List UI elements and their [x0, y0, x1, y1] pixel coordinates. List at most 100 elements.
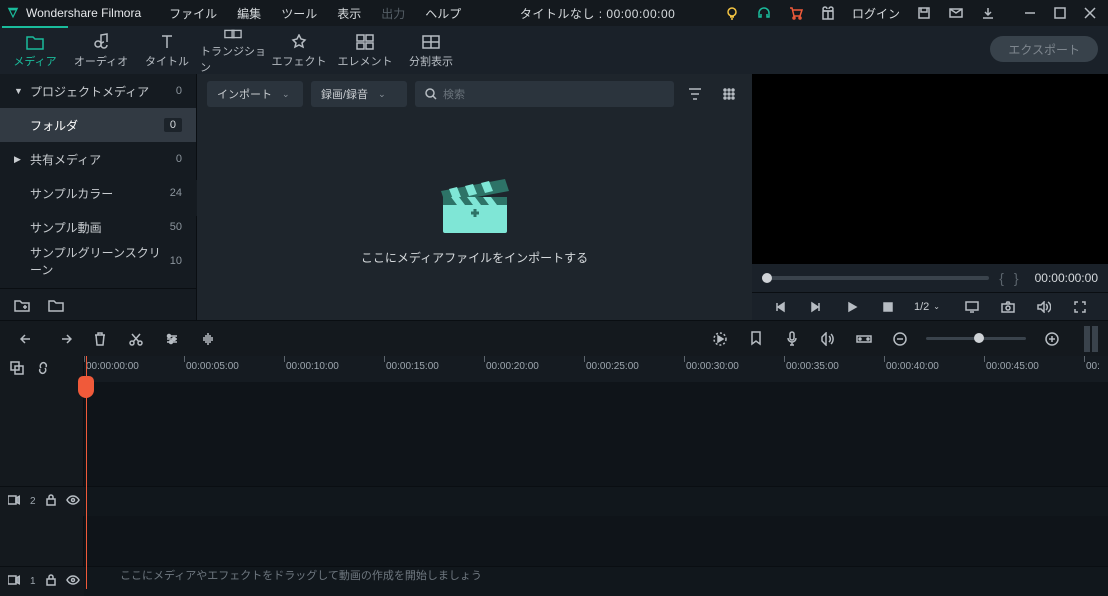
menu-表示[interactable]: 表示 [327, 5, 371, 22]
volume-icon[interactable] [1026, 293, 1062, 321]
folder-icon[interactable] [48, 298, 64, 312]
media-sidebar: ▼プロジェクトメディア0フォルダ0▶共有メディア0サンプルカラー24サンプル動画… [0, 74, 197, 320]
display-icon[interactable] [954, 293, 990, 321]
eye-icon[interactable] [66, 495, 80, 508]
save-icon[interactable] [916, 5, 932, 21]
tab-メディア[interactable]: メディア [2, 26, 68, 74]
headset-icon[interactable] [756, 5, 772, 21]
media-pane: インポート⌄ 録画/録音⌄ 検索 ここにメディアファイルをインポートする [197, 74, 752, 320]
next-frame-button[interactable] [798, 293, 834, 321]
track-body[interactable] [84, 487, 1108, 516]
export-button[interactable]: エクスポート [990, 36, 1098, 62]
zoom-out-button[interactable] [882, 321, 918, 357]
preview-panel: { } 00:00:00:00 1/2⌄ [752, 74, 1108, 320]
menu-出力[interactable]: 出力 [371, 5, 415, 22]
delete-button[interactable] [82, 321, 118, 357]
close-button[interactable] [1084, 7, 1096, 19]
filmora-icon [6, 6, 20, 20]
timeline: 00:00:00:0000:00:05:0000:00:10:0000:00:1… [0, 356, 1108, 589]
timeline-ruler[interactable]: 00:00:00:0000:00:05:0000:00:10:0000:00:1… [84, 356, 1108, 382]
timeline-toolbar [0, 320, 1108, 356]
sidebar-item-フォルダ[interactable]: フォルダ0 [0, 108, 196, 142]
mark-out-icon[interactable]: } [1014, 270, 1019, 286]
playhead[interactable] [86, 356, 87, 589]
import-dropdown[interactable]: インポート⌄ [207, 81, 303, 107]
tab-エフェクト[interactable]: エフェクト [266, 26, 332, 74]
snapshot-icon[interactable] [990, 293, 1026, 321]
link-icon[interactable] [36, 361, 50, 378]
lock-icon[interactable] [46, 574, 56, 589]
fullscreen-icon[interactable] [1062, 293, 1098, 321]
audio-waveform-button[interactable] [190, 321, 226, 357]
eye-icon[interactable] [66, 575, 80, 588]
play-button[interactable] [834, 293, 870, 321]
timeline-head [0, 356, 84, 589]
search-placeholder: 検索 [443, 86, 465, 102]
tab-オーディオ[interactable]: オーディオ [68, 26, 134, 74]
minimize-button[interactable] [1024, 7, 1036, 19]
new-folder-icon[interactable] [14, 298, 30, 312]
login-button[interactable]: ログイン [852, 5, 900, 22]
idea-icon[interactable] [724, 5, 740, 21]
grid-view-icon[interactable] [716, 81, 742, 107]
tab-分割表示[interactable]: 分割表示 [398, 26, 464, 74]
clapperboard-icon [435, 169, 515, 235]
import-message: ここにメディアファイルをインポートする [361, 249, 588, 266]
media-dropzone[interactable]: ここにメディアファイルをインポートする [197, 114, 752, 320]
menu-ファイル[interactable]: ファイル [159, 5, 227, 22]
sidebar-item-サンプル動画[interactable]: サンプル動画50 [0, 210, 196, 244]
sidebar-item-プロジェクトメディア[interactable]: ▼プロジェクトメディア0 [0, 74, 196, 108]
lock-icon[interactable] [46, 494, 56, 509]
redo-button[interactable] [46, 321, 82, 357]
maximize-button[interactable] [1054, 7, 1066, 19]
gift-icon[interactable] [820, 5, 836, 21]
zoom-slider[interactable] [926, 337, 1026, 340]
split-button[interactable] [118, 321, 154, 357]
window-controls [1024, 7, 1096, 19]
search-input[interactable]: 検索 [415, 81, 674, 107]
voiceover-button[interactable] [774, 321, 810, 357]
crop-button[interactable] [154, 321, 190, 357]
download-icon[interactable] [980, 5, 996, 21]
stop-button[interactable] [870, 293, 906, 321]
prev-frame-button[interactable] [762, 293, 798, 321]
render-button[interactable] [702, 321, 738, 357]
record-dropdown[interactable]: 録画/録音⌄ [311, 81, 407, 107]
audio-mixer-button[interactable] [810, 321, 846, 357]
middle-area: ▼プロジェクトメディア0フォルダ0▶共有メディア0サンプルカラー24サンプル動画… [0, 74, 1108, 320]
track-icon [8, 575, 20, 588]
zoom-in-button[interactable] [1034, 321, 1070, 357]
seek-slider[interactable] [762, 276, 989, 280]
sidebar-item-共有メディア[interactable]: ▶共有メディア0 [0, 142, 196, 176]
mark-in-icon[interactable]: { [999, 270, 1004, 286]
app-name: Wondershare Filmora [26, 6, 141, 20]
track-body[interactable]: ここにメディアやエフェクトをドラッグして動画の作成を開始しましょう [84, 567, 1108, 596]
preview-seek: { } 00:00:00:00 [752, 264, 1108, 292]
menu-ヘルプ[interactable]: ヘルプ [415, 5, 471, 22]
overlap-icon[interactable] [10, 361, 24, 378]
track-manager-icon[interactable] [1082, 326, 1098, 352]
timeline-hint: ここにメディアやエフェクトをドラッグして動画の作成を開始しましょう [120, 567, 482, 583]
tab-トランジション[interactable]: トランジション [200, 26, 266, 74]
mail-icon[interactable] [948, 5, 964, 21]
cart-icon[interactable] [788, 5, 804, 21]
menubar-right: ログイン [724, 5, 1102, 22]
playback-speed[interactable]: 1/2⌄ [906, 301, 948, 313]
tab-エレメント[interactable]: エレメント [332, 26, 398, 74]
undo-button[interactable] [10, 321, 46, 357]
sidebar-item-サンプルグリーンスクリーン[interactable]: サンプルグリーンスクリーン10 [0, 244, 196, 278]
preview-controls: 1/2⌄ [752, 292, 1108, 320]
tab-タイトル[interactable]: タイトル [134, 26, 200, 74]
marker-button[interactable] [738, 321, 774, 357]
filter-icon[interactable] [682, 81, 708, 107]
app-logo: Wondershare Filmora [6, 6, 141, 20]
menu-ツール[interactable]: ツール [271, 5, 327, 22]
sidebar-item-サンプルカラー[interactable]: サンプルカラー24 [0, 176, 196, 210]
preview-timecode: 00:00:00:00 [1035, 271, 1098, 285]
tabbar: メディアオーディオタイトルトランジションエフェクトエレメント分割表示 エクスポー… [0, 26, 1108, 74]
video-track-2: 2 [0, 486, 1108, 516]
preview-canvas[interactable] [752, 74, 1108, 264]
menu-編集[interactable]: 編集 [227, 5, 271, 22]
project-title: タイトルなし : 00:00:00:00 [471, 5, 724, 22]
keyframe-button[interactable] [846, 321, 882, 357]
